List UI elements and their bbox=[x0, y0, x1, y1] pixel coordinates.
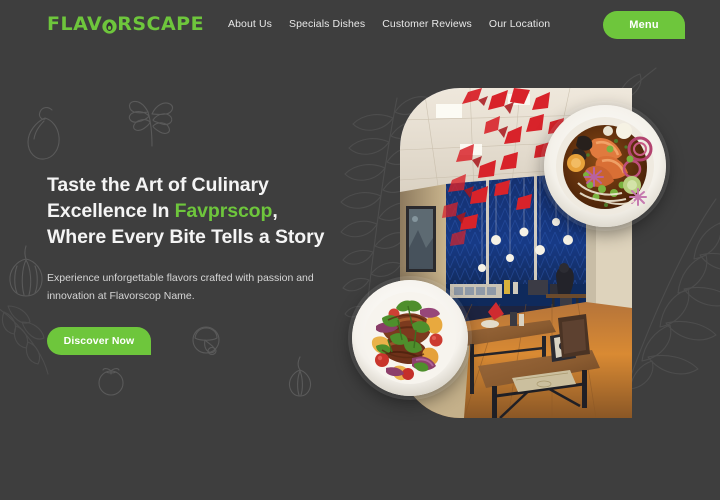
logo[interactable]: FLAV RSCAPE bbox=[47, 13, 204, 35]
page-title: Taste the Art of Culinary Excellence In … bbox=[47, 172, 347, 250]
hero-subcopy: Experience unforgettable flavors crafted… bbox=[47, 272, 314, 303]
dish-photo-salmon bbox=[544, 105, 666, 227]
avocado-leaf-icon bbox=[102, 17, 117, 34]
nav-link-our-location[interactable]: Our Location bbox=[489, 18, 550, 30]
hero-media-group bbox=[352, 88, 666, 418]
tomato-doodle bbox=[95, 365, 127, 397]
logo-text-before: FLAV bbox=[47, 13, 103, 35]
dish-photo-grilled-meat bbox=[352, 280, 468, 396]
headline-line-2-after: , bbox=[272, 200, 278, 223]
nav-link-specials-dishes[interactable]: Specials Dishes bbox=[289, 18, 365, 30]
main-navigation: About Us Specials Dishes Customer Review… bbox=[228, 18, 550, 30]
eggplant-doodle bbox=[22, 104, 66, 164]
headline-brand-accent: Favprscop bbox=[174, 200, 273, 223]
headline-line-3: Where Every Bite Tells a Story bbox=[47, 226, 325, 249]
discover-now-button[interactable]: Discover Now bbox=[47, 327, 151, 356]
site-header: FLAV RSCAPE About Us Specials Dishes Cus… bbox=[0, 0, 720, 50]
headline-line-1: Taste the Art of Culinary bbox=[47, 174, 269, 196]
nav-link-customer-reviews[interactable]: Customer Reviews bbox=[382, 18, 472, 30]
nav-link-about-us[interactable]: About Us bbox=[228, 18, 272, 30]
hero-section: Taste the Art of Culinary Excellence In … bbox=[47, 172, 347, 356]
menu-button[interactable]: Menu bbox=[603, 11, 685, 39]
headline-line-2-before: Excellence In bbox=[47, 200, 175, 223]
garlic-bulb-doodle bbox=[4, 240, 48, 298]
logo-text-after: RSCAPE bbox=[117, 13, 205, 35]
parsley-leaf-doodle bbox=[122, 96, 182, 151]
onion-doodle bbox=[285, 355, 315, 397]
